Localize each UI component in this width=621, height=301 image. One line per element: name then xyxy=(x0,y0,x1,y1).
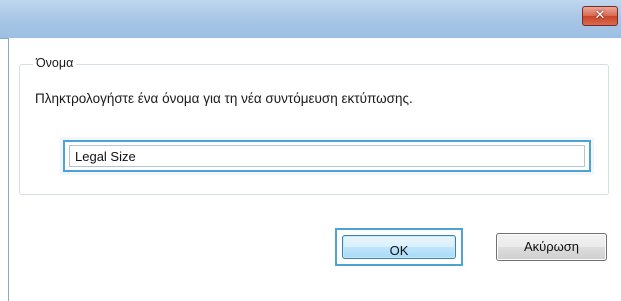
instruction-text: Πληκτρολογήστε ένα όνομα για τη νέα συντ… xyxy=(35,91,413,106)
groupbox-title: Όνομα xyxy=(33,56,77,70)
close-icon: ✕ xyxy=(594,8,606,23)
cancel-button-label: Ακύρωση xyxy=(523,239,580,254)
name-input-value[interactable]: Legal Size xyxy=(75,149,136,164)
ok-button[interactable]: OK xyxy=(335,228,463,266)
close-button[interactable]: ✕ xyxy=(582,6,618,26)
title-bar: ✕ xyxy=(0,0,621,39)
ok-button-label: OK xyxy=(389,243,409,258)
cancel-button[interactable]: Ακύρωση xyxy=(496,233,607,261)
name-input[interactable]: Legal Size xyxy=(60,137,594,175)
ok-button-face: OK xyxy=(342,235,456,259)
name-groupbox xyxy=(19,64,609,195)
name-input-field-border xyxy=(69,145,585,167)
